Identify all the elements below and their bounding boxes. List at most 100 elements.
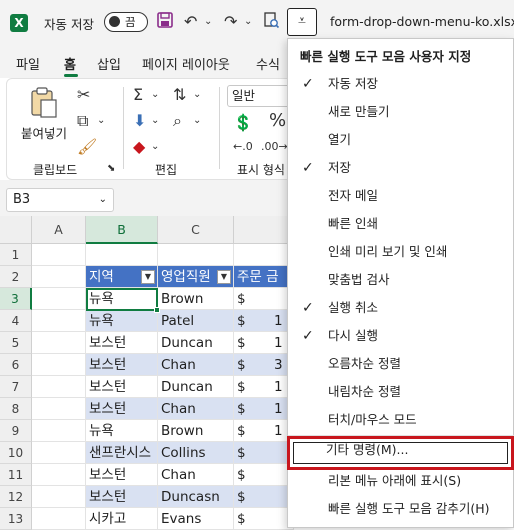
increase-decimal-icon[interactable]: ←.0 [233, 137, 253, 157]
fill-dropdown-icon[interactable]: ⌄ [151, 111, 159, 131]
menu-item-15[interactable]: 빠른 실행 도구 모음 감추기(H) [288, 495, 514, 523]
filter-dropdown-icon[interactable]: ▼ [141, 270, 155, 284]
menu-item-12[interactable]: 터치/마우스 모드 [288, 406, 514, 434]
table-row-cell[interactable]: Patel [158, 310, 234, 332]
column-header-d[interactable] [234, 216, 294, 244]
cell[interactable] [234, 244, 294, 266]
row-header-11[interactable]: 11 [0, 464, 32, 486]
column-header-c[interactable]: C [158, 216, 234, 244]
table-row-cell[interactable]: Chan [158, 398, 234, 420]
autosave-toggle[interactable]: 끔 [104, 12, 148, 32]
table-row-cell[interactable]: $1 [234, 376, 294, 398]
row-header-3[interactable]: 3 [0, 288, 32, 310]
redo-dropdown-icon[interactable]: ⌄ [244, 11, 252, 33]
file-name[interactable]: form-drop-down-menu-ko.xlsx ∨ [330, 14, 514, 29]
number-format-select[interactable]: 일반 [227, 85, 293, 107]
sort-filter-icon[interactable]: ⇅ [173, 85, 186, 105]
table-row-cell[interactable]: $1 [234, 310, 294, 332]
table-row-cell[interactable]: 샌프란시스 [86, 442, 158, 464]
table-row-cell[interactable]: $ [234, 464, 294, 486]
menu-item-7[interactable]: 맞춤법 검사 [288, 266, 514, 294]
menu-item-14[interactable]: 리본 메뉴 아래에 표시(S) [288, 467, 514, 495]
menu-item-9[interactable]: ✓ 다시 실행 [288, 322, 514, 350]
table-row-cell[interactable]: $1 [234, 420, 294, 442]
row-header-13[interactable]: 13 [0, 508, 32, 530]
table-row-cell[interactable]: $ [234, 508, 294, 530]
table-header-cell[interactable]: 지역 ▼ [86, 266, 158, 288]
save-icon[interactable] [156, 11, 174, 33]
column-header-b[interactable]: B [86, 216, 158, 244]
tab-formulas[interactable]: 수식 [256, 54, 280, 73]
cell[interactable] [32, 354, 86, 376]
menu-item-5[interactable]: 빠른 인쇄 [288, 210, 514, 238]
table-row-cell[interactable]: $3 [234, 354, 294, 376]
menu-item-11[interactable]: 내림차순 정렬 [288, 378, 514, 406]
select-all-corner[interactable] [0, 216, 32, 244]
column-header-a[interactable]: A [32, 216, 86, 244]
cell[interactable] [86, 244, 158, 266]
cell[interactable] [32, 244, 86, 266]
table-row-cell[interactable]: 보스턴 [86, 354, 158, 376]
table-row-cell[interactable]: 보스턴 [86, 398, 158, 420]
name-box[interactable]: B3 ⌄ [6, 188, 114, 212]
tab-insert[interactable]: 삽입 [97, 54, 121, 73]
active-cell-b3[interactable] [86, 288, 160, 313]
menu-item-4[interactable]: 전자 메일 [288, 182, 514, 210]
cell[interactable] [32, 420, 86, 442]
menu-item-10[interactable]: 오름차순 정렬 [288, 350, 514, 378]
autosum-icon[interactable]: Σ [133, 85, 143, 105]
table-row-cell[interactable]: $1 [234, 332, 294, 354]
dialog-launcher-icon[interactable]: ⬊ [107, 159, 115, 179]
currency-icon[interactable]: 💲 [233, 113, 253, 133]
table-row-cell[interactable]: 뉴욕 [86, 420, 158, 442]
table-row-cell[interactable]: $ [234, 442, 294, 464]
filter-dropdown-icon[interactable]: ▼ [217, 270, 231, 284]
table-row-cell[interactable]: Duncan [158, 332, 234, 354]
table-row-cell[interactable]: 보스턴 [86, 376, 158, 398]
format-painter-icon[interactable]: 🖌 [77, 137, 97, 157]
menu-item-8[interactable]: ✓ 실행 취소 [288, 294, 514, 322]
menu-item-6[interactable]: 인쇄 미리 보기 및 인쇄 [288, 238, 514, 266]
table-row-cell[interactable]: $ [234, 486, 294, 508]
table-row-cell[interactable]: 보스턴 [86, 332, 158, 354]
tab-file[interactable]: 파일 [16, 54, 40, 73]
table-row-cell[interactable]: Chan [158, 464, 234, 486]
cell[interactable] [32, 508, 86, 530]
table-row-cell[interactable]: 뉴욕 [86, 310, 158, 332]
menu-item-0[interactable]: ✓ 자동 저장 [288, 70, 514, 98]
table-row-cell[interactable]: 보스턴 [86, 464, 158, 486]
menu-item-13[interactable]: 기타 명령(M)... [287, 436, 514, 470]
table-header-cell[interactable]: 주문 금 [234, 266, 294, 288]
undo-dropdown-icon[interactable]: ⌄ [204, 11, 212, 33]
row-header-12[interactable]: 12 [0, 486, 32, 508]
undo-icon[interactable]: ↶ [184, 11, 197, 33]
table-row-cell[interactable]: 시카고 [86, 508, 158, 530]
paste-icon[interactable] [29, 87, 59, 124]
customize-qat-button[interactable]: ⩡ [287, 8, 317, 36]
cell[interactable] [32, 464, 86, 486]
print-preview-icon[interactable] [262, 11, 280, 33]
table-row-cell[interactable]: $1 [234, 398, 294, 420]
cell[interactable] [32, 310, 86, 332]
fill-handle[interactable] [154, 307, 160, 313]
cell[interactable] [32, 288, 86, 310]
row-header-1[interactable]: 1 [0, 244, 32, 266]
menu-item-3[interactable]: ✓ 저장 [288, 154, 514, 182]
clear-icon[interactable]: ◆ [133, 137, 145, 157]
copy-icon[interactable]: ⧉ [77, 111, 88, 131]
redo-icon[interactable]: ↷ [224, 11, 237, 33]
row-header-10[interactable]: 10 [0, 442, 32, 464]
table-row-cell[interactable]: Evans [158, 508, 234, 530]
clear-dropdown-icon[interactable]: ⌄ [151, 137, 159, 157]
cell[interactable] [32, 332, 86, 354]
cut-icon[interactable]: ✂ [77, 85, 90, 105]
table-row-cell[interactable]: Duncasn [158, 486, 234, 508]
cell[interactable] [158, 244, 234, 266]
paste-label[interactable]: 붙여넣기 [21, 123, 67, 142]
menu-item-2[interactable]: 열기 [288, 126, 514, 154]
tab-home[interactable]: 홈 [64, 54, 76, 73]
cell[interactable] [32, 398, 86, 420]
sort-dropdown-icon[interactable]: ⌄ [193, 85, 201, 105]
row-header-9[interactable]: 9 [0, 420, 32, 442]
decrease-decimal-icon[interactable]: .00→ [261, 137, 288, 157]
